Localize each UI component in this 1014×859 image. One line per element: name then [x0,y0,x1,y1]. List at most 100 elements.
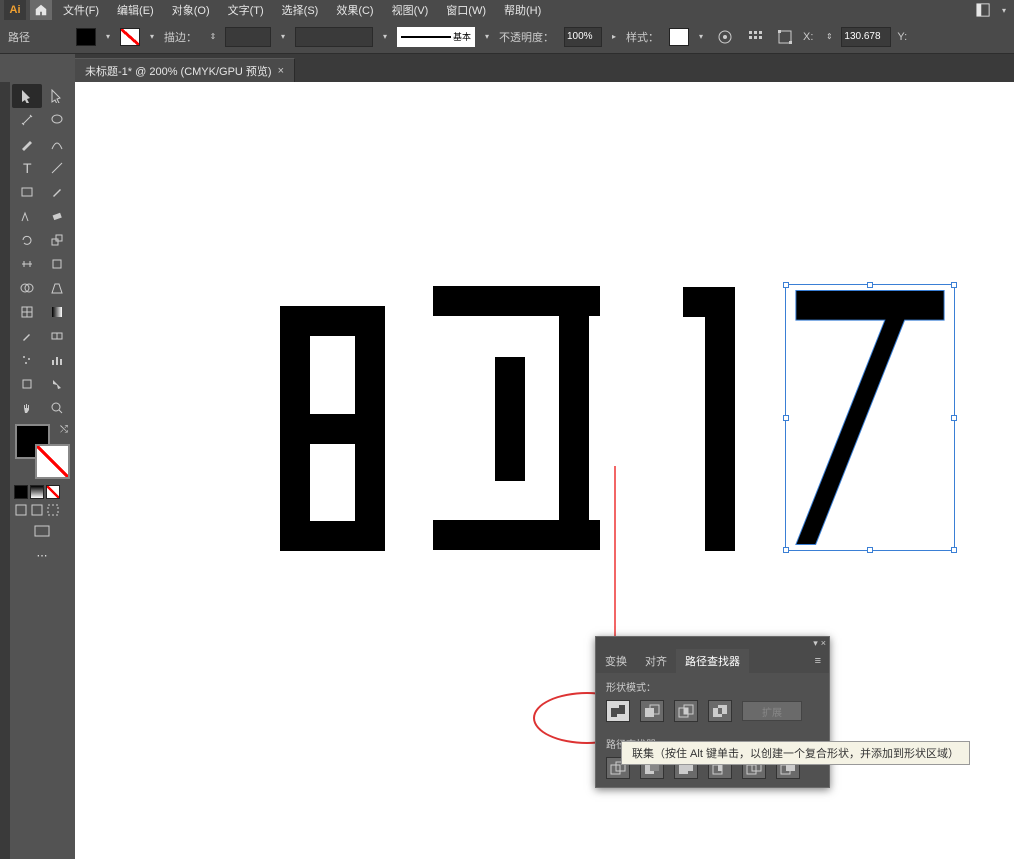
zoom-tool[interactable] [42,396,72,420]
eyedropper-tool[interactable] [12,324,42,348]
lasso-tool[interactable] [42,108,72,132]
shaper-tool[interactable] [12,204,42,228]
resize-handle[interactable] [783,282,789,288]
rectangle-tool[interactable] [12,180,42,204]
menu-select[interactable]: 选择(S) [275,2,326,18]
tab-align[interactable]: 对齐 [636,649,676,673]
free-transform-tool[interactable] [42,252,72,276]
resize-handle[interactable] [783,547,789,553]
artboard-tool[interactable] [12,372,42,396]
exclude-button[interactable] [708,700,732,722]
menu-type[interactable]: 文字(T) [221,2,271,18]
layout-icon[interactable] [972,0,994,20]
opacity-dd[interactable]: ▸ [608,28,620,46]
menu-window[interactable]: 窗口(W) [439,2,493,18]
artwork-shape [683,287,735,317]
slice-tool[interactable] [42,372,72,396]
pathfinder-panel[interactable]: ▾ × 变换 对齐 路径查找器 ≡ 形状模式： 扩展 路径查找器： [595,636,830,788]
menu-edit[interactable]: 编辑(E) [110,2,161,18]
variable-width-field[interactable] [295,27,373,47]
eraser-tool[interactable] [42,204,72,228]
tooltip: 联集（按住 Alt 键单击，以创建一个复合形状，并添加到形状区域） [621,741,970,765]
scale-tool[interactable] [42,228,72,252]
color-mode-solid[interactable] [14,485,28,499]
doc-tab[interactable]: 未标题-1* @ 200% (CMYK/GPU 预览) × [75,58,295,82]
x-coord-field[interactable]: 130.678 [841,27,891,47]
close-icon[interactable]: × [821,638,826,648]
tab-transform[interactable]: 变换 [596,649,636,673]
magic-wand-tool[interactable] [12,108,42,132]
blend-tool[interactable] [42,324,72,348]
pen-tool[interactable] [12,132,42,156]
x-stepper[interactable]: ⇕ [823,28,835,46]
resize-handle[interactable] [951,547,957,553]
line-tool[interactable] [42,156,72,180]
minus-front-button[interactable] [640,700,664,722]
menu-effect[interactable]: 效果(C) [329,2,380,18]
variable-width-dd[interactable]: ▾ [379,28,391,46]
fill-dropdown-icon[interactable]: ▾ [102,28,114,46]
collapse-icon[interactable]: ▾ [813,638,818,649]
intersect-button[interactable] [674,700,698,722]
menu-file[interactable]: 文件(F) [56,2,106,18]
width-tool[interactable] [12,252,42,276]
direct-selection-tool[interactable] [42,84,72,108]
fill-swatch[interactable] [76,28,96,46]
panel-menu-icon[interactable]: ≡ [807,655,829,667]
close-icon[interactable]: × [278,65,284,77]
menu-help[interactable]: 帮助(H) [497,2,548,18]
layout-dropdown-icon[interactable]: ▾ [998,1,1010,19]
brush-dd[interactable]: ▾ [481,28,493,46]
hand-tool[interactable] [12,396,42,420]
menubar: Ai 文件(F) 编辑(E) 对象(O) 文字(T) 选择(S) 效果(C) 视… [0,0,1014,20]
mesh-tool[interactable] [12,300,42,324]
resize-handle[interactable] [867,282,873,288]
canvas[interactable]: ▾ × 变换 对齐 路径查找器 ≡ 形状模式： 扩展 路径查找器： [75,82,1014,859]
symbol-sprayer-tool[interactable] [12,348,42,372]
align-icon[interactable] [743,25,767,49]
shape-builder-tool[interactable] [12,276,42,300]
menu-object[interactable]: 对象(O) [165,2,217,18]
stroke-weight-dd[interactable]: ▾ [277,28,289,46]
resize-handle[interactable] [867,547,873,553]
draw-inside-icon[interactable] [46,503,60,517]
recolor-icon[interactable] [713,25,737,49]
perspective-grid-tool[interactable] [42,276,72,300]
unite-button[interactable] [606,700,630,722]
resize-handle[interactable] [783,415,789,421]
stroke-swatch[interactable] [120,28,140,46]
brush-preview[interactable]: 基本 [397,27,475,47]
screen-mode-icon[interactable] [12,519,72,543]
draw-normal-icon[interactable] [14,503,28,517]
column-graph-tool[interactable] [42,348,72,372]
paintbrush-tool[interactable] [42,180,72,204]
stroke-weight-stepper[interactable]: ⇕ [207,28,219,46]
artwork-shape [559,286,589,550]
resize-handle[interactable] [951,282,957,288]
home-icon[interactable] [30,0,52,20]
transform-icon[interactable] [773,25,797,49]
style-dd[interactable]: ▾ [695,28,707,46]
selection-tool[interactable] [12,84,42,108]
expand-button[interactable]: 扩展 [742,701,802,721]
edit-toolbar-icon[interactable]: ⋯ [12,543,72,567]
menu-view[interactable]: 视图(V) [385,2,436,18]
selection-frame[interactable] [785,284,955,551]
stroke-color[interactable] [35,444,70,479]
tab-pathfinder[interactable]: 路径查找器 [676,649,749,673]
color-mode-none[interactable] [46,485,60,499]
color-mode-gradient[interactable] [30,485,44,499]
artwork-shape [705,287,735,551]
type-tool[interactable]: T [12,156,42,180]
opacity-field[interactable]: 100% [564,27,602,47]
curvature-tool[interactable] [42,132,72,156]
resize-handle[interactable] [951,415,957,421]
fill-stroke-well[interactable]: ⤭ [15,424,70,479]
style-swatch[interactable] [669,28,689,46]
stroke-dropdown-icon[interactable]: ▾ [146,28,158,46]
draw-behind-icon[interactable] [30,503,44,517]
gradient-tool[interactable] [42,300,72,324]
stroke-weight-field[interactable] [225,27,271,47]
rotate-tool[interactable] [12,228,42,252]
swap-colors-icon[interactable]: ⤭ [60,424,68,435]
